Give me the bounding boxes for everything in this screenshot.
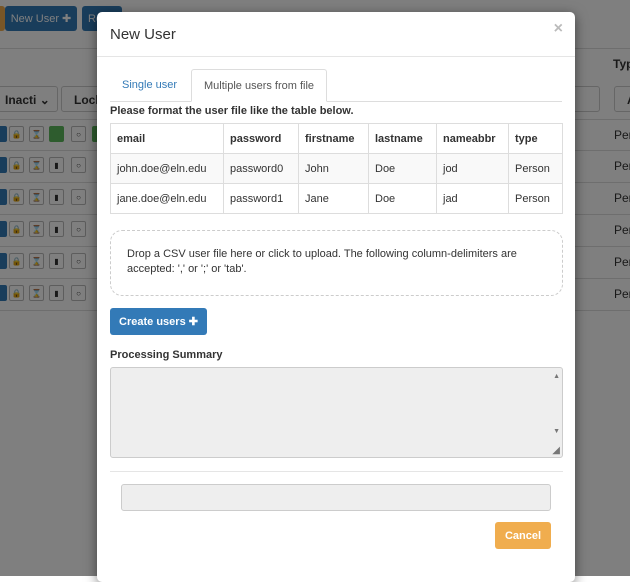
new-user-modal: New User × Single user Multiple users fr… bbox=[97, 12, 575, 582]
cell: jad bbox=[436, 183, 509, 214]
format-hint: Please format the user file like the tab… bbox=[110, 105, 354, 117]
modal-title: New User bbox=[110, 26, 176, 43]
scroll-down-icon[interactable]: ▼ bbox=[553, 428, 560, 435]
processing-summary-label: Processing Summary bbox=[110, 349, 223, 361]
cell: Doe bbox=[368, 153, 437, 184]
cell: jane.doe@eln.edu bbox=[110, 183, 224, 214]
divider bbox=[110, 471, 563, 472]
processing-summary-textarea[interactable]: ▲ ▼ ◢ bbox=[110, 367, 563, 458]
close-icon[interactable]: × bbox=[554, 20, 563, 38]
tab-single-user[interactable]: Single user bbox=[110, 69, 189, 102]
col-password: password bbox=[223, 123, 299, 154]
cell: john.doe@eln.edu bbox=[110, 153, 224, 184]
cell: Person bbox=[508, 183, 563, 214]
col-lastname: lastname bbox=[368, 123, 437, 154]
col-firstname: firstname bbox=[298, 123, 369, 154]
tab-bar: Single user Multiple users from file bbox=[110, 69, 562, 102]
scroll-up-icon[interactable]: ▲ bbox=[553, 373, 560, 380]
col-type: type bbox=[508, 123, 563, 154]
cell: Jane bbox=[298, 183, 369, 214]
cell: password0 bbox=[223, 153, 299, 184]
tab-multiple-users-from-file[interactable]: Multiple users from file bbox=[191, 69, 328, 102]
table-row: john.doe@eln.edu password0 John Doe jod Perso… bbox=[110, 153, 563, 184]
status-input[interactable] bbox=[121, 484, 551, 511]
csv-dropzone[interactable]: Drop a CSV user file here or click to up… bbox=[110, 230, 563, 296]
create-users-button[interactable]: Create users ✚ bbox=[110, 308, 207, 335]
table-row: jane.doe@eln.edu password1 Jane Doe jad Perso… bbox=[110, 183, 563, 214]
modal-header: New User × bbox=[97, 12, 575, 57]
cell: John bbox=[298, 153, 369, 184]
cell: jod bbox=[436, 153, 509, 184]
example-table: email password firstname lastname nameab… bbox=[110, 123, 563, 214]
col-nameabbr: nameabbr bbox=[436, 123, 509, 154]
col-email: email bbox=[110, 123, 224, 154]
cell: Person bbox=[508, 153, 563, 184]
cell: Doe bbox=[368, 183, 437, 214]
cancel-button[interactable]: Cancel bbox=[495, 522, 551, 549]
resize-handle-icon[interactable]: ◢ bbox=[552, 445, 560, 456]
cell: password1 bbox=[223, 183, 299, 214]
